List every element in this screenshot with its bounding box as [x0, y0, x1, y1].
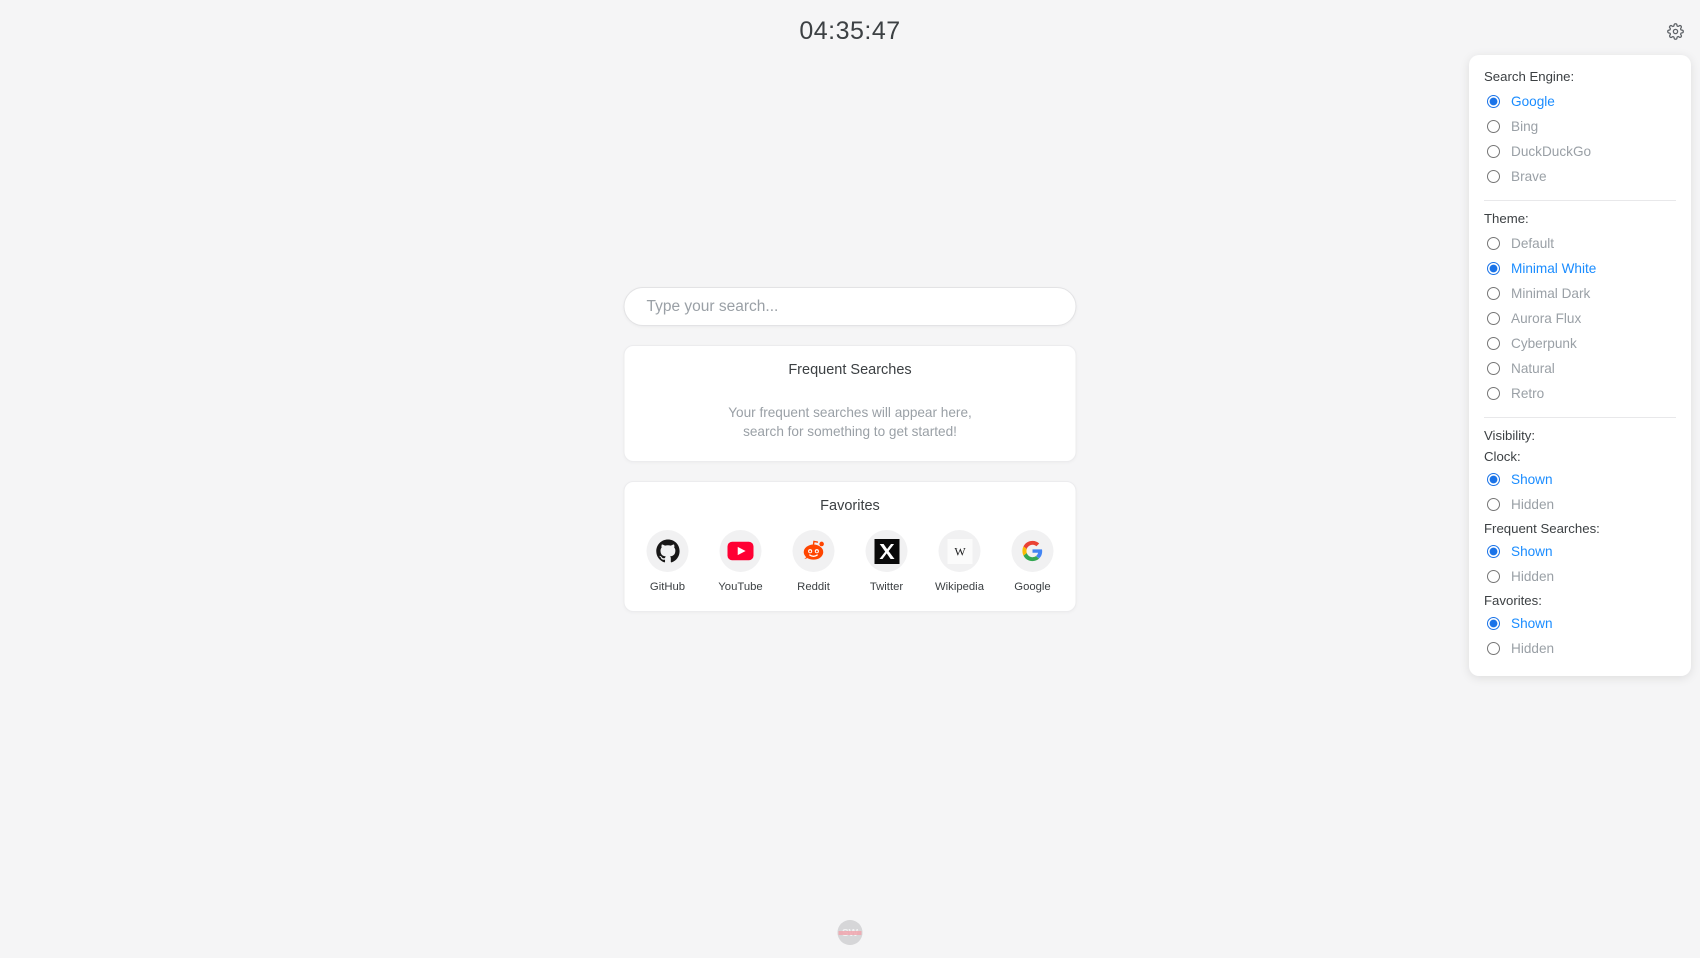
favorite-item-wikipedia[interactable]: W Wikipedia	[933, 530, 987, 593]
search-engine-option-google[interactable]: Google	[1484, 89, 1676, 114]
main-content: Frequent Searches Your frequent searches…	[623, 287, 1077, 612]
github-icon	[646, 530, 689, 572]
option-label: Minimal White	[1511, 261, 1597, 276]
reddit-icon	[792, 530, 835, 572]
favorite-label: GitHub	[649, 581, 686, 593]
footer-logo-button[interactable]: SW	[837, 920, 863, 945]
theme-group-label: Theme:	[1484, 211, 1529, 226]
svg-text:W: W	[954, 544, 966, 558]
visibility-frequent-label: Frequent Searches:	[1484, 521, 1600, 536]
wikipedia-icon: W	[938, 530, 981, 572]
favorite-label: Wikipedia	[935, 581, 984, 593]
favorites-card: Favorites GitHub YouTube Reddit Twitter …	[623, 481, 1077, 612]
theme-radio[interactable]	[1487, 312, 1500, 325]
option-label: Default	[1511, 236, 1555, 251]
theme-option-retro[interactable]: Retro	[1484, 381, 1676, 406]
theme-option-minimal-dark[interactable]: Minimal Dark	[1484, 281, 1676, 306]
search-engine-option-brave[interactable]: Brave	[1484, 164, 1676, 189]
sw-logo-icon: SW	[837, 920, 863, 945]
visibility-clock-radio[interactable]	[1487, 498, 1500, 511]
option-label: Retro	[1511, 386, 1545, 401]
visibility-favorites-radio[interactable]	[1487, 642, 1500, 655]
option-label: Shown	[1511, 544, 1553, 559]
favorites-grid: GitHub YouTube Reddit Twitter W Wikipedi…	[639, 530, 1062, 593]
favorite-label: YouTube	[718, 581, 763, 593]
theme-radio[interactable]	[1487, 387, 1500, 400]
search-engine-group-label: Search Engine:	[1484, 69, 1575, 84]
empty-message-line-1: Your frequent searches will appear here,	[728, 405, 972, 420]
option-label: DuckDuckGo	[1511, 144, 1592, 159]
visibility-favorites-option-hidden[interactable]: Hidden	[1484, 636, 1676, 661]
theme-option-default[interactable]: Default	[1484, 231, 1676, 256]
option-label: Minimal Dark	[1511, 286, 1591, 301]
option-label: Hidden	[1511, 569, 1555, 584]
visibility-group-label: Visibility:	[1484, 428, 1536, 443]
visibility-frequent-radio[interactable]	[1487, 545, 1500, 558]
twitter-x-icon	[865, 530, 908, 572]
frequent-searches-title: Frequent Searches	[788, 362, 912, 378]
settings-gear-button[interactable]	[1663, 21, 1687, 45]
visibility-frequent-option-hidden[interactable]: Hidden	[1484, 564, 1676, 589]
favorite-item-twitter[interactable]: Twitter	[860, 530, 914, 593]
favorite-item-reddit[interactable]: Reddit	[787, 530, 841, 593]
frequent-searches-empty-message: Your frequent searches will appear here,…	[639, 404, 1062, 441]
search-engine-radio[interactable]	[1487, 145, 1500, 158]
visibility-favorites-block: Favorites: Shown Hidden	[1484, 592, 1676, 661]
visibility-clock-block: Clock: Shown Hidden	[1484, 448, 1676, 517]
clock-display: 04:35:47	[799, 17, 901, 45]
visibility-frequent-block: Frequent Searches: Shown Hidden	[1484, 520, 1676, 589]
settings-panel: Search Engine: Google Bing DuckDuckGo Br…	[1469, 55, 1691, 676]
theme-option-aurora-flux[interactable]: Aurora Flux	[1484, 306, 1676, 331]
search-engine-radio[interactable]	[1487, 170, 1500, 183]
option-label: Shown	[1511, 472, 1553, 487]
visibility-clock-label: Clock:	[1484, 449, 1521, 464]
favorite-item-google[interactable]: Google	[1006, 530, 1060, 593]
frequent-searches-card: Frequent Searches Your frequent searches…	[623, 345, 1077, 462]
favorite-item-github[interactable]: GitHub	[641, 530, 695, 593]
option-label: Shown	[1511, 616, 1553, 631]
search-input[interactable]	[623, 287, 1077, 326]
search-engine-radio[interactable]	[1487, 95, 1500, 108]
theme-radio[interactable]	[1487, 362, 1500, 375]
favorites-title: Favorites	[820, 498, 880, 514]
visibility-clock-option-hidden[interactable]: Hidden	[1484, 492, 1676, 517]
theme-option-cyberpunk[interactable]: Cyberpunk	[1484, 331, 1676, 356]
visibility-favorites-label: Favorites:	[1484, 593, 1542, 608]
option-label: Bing	[1511, 119, 1539, 134]
favorite-label: Twitter	[869, 581, 904, 593]
divider	[1484, 200, 1676, 201]
favorite-label: Reddit	[797, 581, 830, 593]
gear-icon	[1666, 23, 1684, 43]
option-label: Aurora Flux	[1511, 311, 1582, 326]
favorite-item-youtube[interactable]: YouTube	[714, 530, 768, 593]
divider	[1484, 417, 1676, 418]
visibility-clock-option-shown[interactable]: Shown	[1484, 467, 1676, 492]
theme-radio[interactable]	[1487, 337, 1500, 350]
theme-radio[interactable]	[1487, 237, 1500, 250]
empty-message-line-2: search for something to get started!	[743, 423, 957, 439]
option-label: Hidden	[1511, 497, 1555, 512]
theme-radio[interactable]	[1487, 287, 1500, 300]
search-engine-radio[interactable]	[1487, 120, 1500, 133]
visibility-clock-radio[interactable]	[1487, 473, 1500, 486]
theme-option-minimal-white[interactable]: Minimal White	[1484, 256, 1676, 281]
option-label: Google	[1511, 94, 1555, 109]
visibility-frequent-option-shown[interactable]: Shown	[1484, 539, 1676, 564]
theme-radio[interactable]	[1487, 262, 1500, 275]
option-label: Natural	[1511, 361, 1555, 376]
visibility-favorites-option-shown[interactable]: Shown	[1484, 611, 1676, 636]
visibility-frequent-radio[interactable]	[1487, 570, 1500, 583]
option-label: Brave	[1511, 169, 1547, 184]
theme-option-natural[interactable]: Natural	[1484, 356, 1676, 381]
favorite-label: Google	[1014, 581, 1051, 593]
google-icon	[1011, 530, 1054, 572]
option-label: Hidden	[1511, 641, 1555, 656]
visibility-favorites-radio[interactable]	[1487, 617, 1500, 630]
option-label: Cyberpunk	[1511, 336, 1577, 351]
search-engine-option-duckduckgo[interactable]: DuckDuckGo	[1484, 139, 1676, 164]
search-engine-option-bing[interactable]: Bing	[1484, 114, 1676, 139]
youtube-icon	[719, 530, 762, 572]
